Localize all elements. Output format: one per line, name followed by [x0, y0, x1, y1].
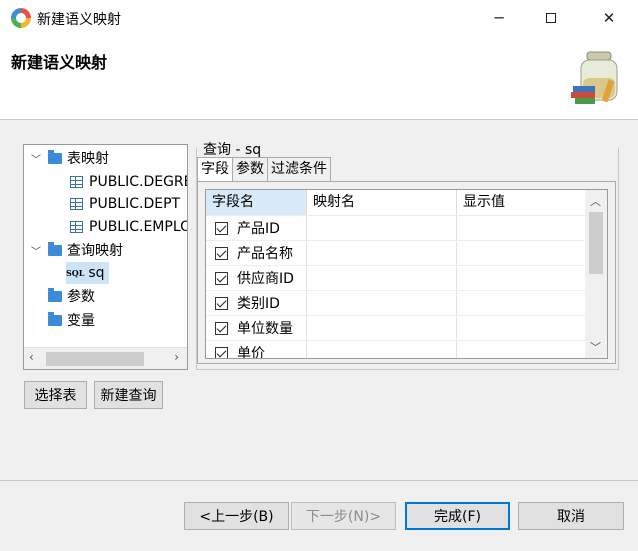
page-title: 新建语义映射: [11, 53, 108, 72]
scrollbar-thumb[interactable]: [589, 212, 603, 274]
table-row[interactable]: 产品名称: [206, 240, 587, 265]
column-header-field-name[interactable]: 字段名: [206, 190, 307, 215]
query-tabs: 字段 参数 过滤条件: [197, 157, 331, 182]
field-name: 类别ID: [237, 296, 280, 312]
fields-table[interactable]: 字段名 映射名 显示值 产品ID 产品名称 供应商ID 类别ID 单位数量 单价…: [205, 189, 608, 359]
select-table-button[interactable]: 选择表: [24, 381, 87, 409]
tab-fields[interactable]: 字段: [197, 157, 233, 182]
next-button[interactable]: 下一步(N)>: [291, 502, 396, 530]
field-name: 供应商ID: [237, 271, 294, 287]
wizard-header: 新建语义映射: [0, 36, 638, 120]
field-name: 单价: [237, 346, 265, 359]
footer-separator: [0, 480, 638, 481]
tree-node-table[interactable]: PUBLIC.DEPT: [70, 193, 180, 215]
table-icon: [70, 198, 83, 210]
chevron-left-icon[interactable]: ‹: [29, 350, 34, 364]
checkbox[interactable]: [215, 321, 228, 335]
table-icon: [70, 221, 83, 233]
tree-node-label: PUBLIC.EMPLOYEE: [89, 219, 187, 235]
chevron-up-icon[interactable]: ︿: [590, 193, 601, 209]
title-bar: 新建语义映射 ─ ✕: [0, 0, 638, 36]
tree-node-query-mapping[interactable]: ﹀ 查询映射: [30, 239, 123, 261]
scrollbar-thumb[interactable]: [46, 352, 144, 366]
mapping-name-cell[interactable]: [307, 241, 457, 265]
maximize-button[interactable]: [528, 0, 574, 36]
folder-icon: [48, 149, 62, 164]
maximize-icon: [546, 13, 556, 23]
display-value-cell[interactable]: [457, 216, 587, 240]
display-value-cell[interactable]: [457, 266, 587, 290]
mapping-name-cell[interactable]: [307, 216, 457, 240]
tab-parameters[interactable]: 参数: [232, 157, 268, 181]
previous-button[interactable]: <上一步(B): [184, 502, 289, 530]
display-value-cell[interactable]: [457, 341, 587, 358]
tree-node-label: 变量: [67, 313, 95, 329]
horizontal-scrollbar[interactable]: ‹ ›: [24, 347, 187, 369]
mapping-name-cell[interactable]: [307, 291, 457, 315]
finish-button[interactable]: 完成(F): [405, 502, 510, 530]
chevron-right-icon[interactable]: ›: [174, 350, 179, 364]
table-row[interactable]: 单位数量: [206, 315, 587, 340]
mapping-tree[interactable]: ﹀ 表映射 PUBLIC.DEGREE PUBLIC.DEPT PUBLIC.E…: [23, 144, 188, 370]
tree-node-parameters[interactable]: 参数: [48, 285, 95, 307]
tree-node-table[interactable]: PUBLIC.EMPLOYEE: [70, 216, 187, 238]
new-query-button[interactable]: 新建查询: [94, 381, 163, 409]
folder-icon: [48, 287, 62, 302]
tree-node-table-mapping[interactable]: ﹀ 表映射: [30, 147, 109, 169]
window-title: 新建语义映射: [37, 12, 121, 28]
tree-node-label: PUBLIC.DEGREE: [89, 174, 187, 190]
chevron-down-icon[interactable]: ﹀: [590, 339, 601, 355]
checkbox[interactable]: [215, 346, 228, 358]
mapping-name-cell[interactable]: [307, 341, 457, 358]
vertical-scrollbar[interactable]: ︿ ﹀: [585, 190, 607, 358]
chevron-down-icon[interactable]: ﹀: [30, 151, 42, 166]
display-value-cell[interactable]: [457, 291, 587, 315]
app-logo-icon: [11, 8, 31, 28]
field-name: 单位数量: [237, 321, 293, 337]
jar-icon: [571, 51, 618, 104]
tab-filter-conditions[interactable]: 过滤条件: [267, 157, 331, 181]
close-icon: ✕: [602, 9, 616, 27]
field-name: 产品名称: [237, 246, 293, 262]
tree-node-label: 参数: [67, 289, 95, 305]
minimize-button[interactable]: ─: [476, 0, 522, 36]
table-header: 字段名 映射名 显示值: [206, 190, 587, 215]
tree-node-table[interactable]: PUBLIC.DEGREE: [70, 171, 187, 193]
tree-node-query-sq[interactable]: SQL sq: [66, 262, 109, 284]
folder-icon: [48, 241, 62, 256]
minimize-icon: ─: [494, 9, 504, 27]
sql-icon: SQL: [66, 268, 85, 278]
mapping-name-cell[interactable]: [307, 266, 457, 290]
table-row[interactable]: 单价: [206, 340, 587, 359]
chevron-down-icon[interactable]: ﹀: [30, 243, 42, 258]
mapping-name-cell[interactable]: [307, 316, 457, 340]
tree-node-label: 查询映射: [67, 243, 123, 259]
folder-icon: [48, 311, 62, 326]
display-value-cell[interactable]: [457, 241, 587, 265]
checkbox[interactable]: [215, 246, 228, 260]
column-header-display-value[interactable]: 显示值: [457, 190, 587, 215]
close-button[interactable]: ✕: [586, 0, 632, 36]
field-name: 产品ID: [237, 221, 280, 237]
display-value-cell[interactable]: [457, 316, 587, 340]
query-group-title: 查询 - sq: [203, 142, 262, 158]
table-row[interactable]: 类别ID: [206, 290, 587, 315]
tree-node-label: 表映射: [67, 151, 109, 167]
table-icon: [70, 176, 83, 188]
tree-node-label: sq: [88, 265, 105, 281]
checkbox[interactable]: [215, 221, 228, 235]
cancel-button[interactable]: 取消: [518, 502, 624, 530]
table-row[interactable]: 供应商ID: [206, 265, 587, 290]
column-header-mapping-name[interactable]: 映射名: [307, 190, 457, 215]
tree-node-label: PUBLIC.DEPT: [89, 196, 181, 212]
checkbox[interactable]: [215, 271, 228, 285]
table-row[interactable]: 产品ID: [206, 215, 587, 240]
tree-node-variables[interactable]: 变量: [48, 309, 95, 331]
checkbox[interactable]: [215, 296, 228, 310]
